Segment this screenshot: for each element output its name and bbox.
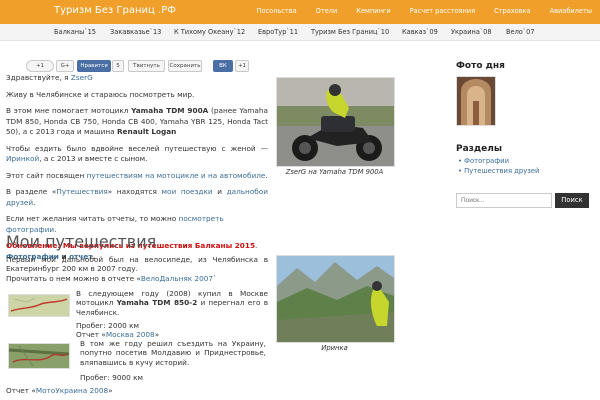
map-thumbnail [9,295,69,316]
irinka-photo-caption: Иринка [321,344,348,352]
category-item[interactable]: Туризм Без Границ`10 [311,28,389,36]
photo-of-day-title: Фото дня [456,61,505,71]
category-item[interactable]: Балканы`15 [54,28,96,36]
wife-link[interactable]: Иринкой [6,154,39,163]
like-count: 5 [112,60,124,72]
search-input[interactable] [456,193,552,208]
irinka-photo-image [277,256,394,342]
nav-distance[interactable]: Расчет расстояния [410,7,475,15]
sidebar-item-friends-trips[interactable]: • Путешествия друзей [458,166,539,176]
like-button[interactable]: Нравится [77,60,111,72]
category-item[interactable]: Закавказье`13 [110,28,161,36]
nav-hotels[interactable]: Отели [316,7,338,15]
paragraph: В этом мне помогает мотоцикл Yamaha TDM … [6,106,268,136]
trip-ukraine-distance: Пробег: 9000 км [80,372,143,382]
my-trips-link[interactable]: мои поездки [162,187,213,196]
journeys-link[interactable]: Путешествия [56,187,107,196]
social-buttons: +1 G+ Нравится 5 Твитнуть Сохранить ВК +… [0,60,260,72]
paragraph: В разделе «Путешествия» находятся мои по… [6,187,268,207]
search-button[interactable]: Поиск [555,193,589,208]
category-nav: Балканы`15 Закавказье`13 К Тихому Океану… [0,24,600,41]
trip-ukraine-text: В том же году решил съездить на Украину,… [80,339,266,367]
category-item[interactable]: Украина`08 [451,28,492,36]
moscow-2008-link[interactable]: Москва 2008 [106,330,155,339]
save-button[interactable]: Сохранить [168,60,202,72]
rider-photo-image [277,78,394,166]
paragraph: Живу в Челябинске и стараюсь посмотреть … [6,89,195,99]
trips-list: Первый мой дальнобой был на велосипеде, … [6,255,268,283]
rider-photo[interactable] [276,77,395,167]
map-thumbnail [8,344,70,368]
trip-ukraine: В том же году решил съездить на Украину,… [80,339,266,382]
photo-of-day-image [457,77,495,125]
trip-intro-report: Прочитать о нем можно в отчете «ВелоДаль… [6,273,217,283]
site-brand[interactable]: Туризм Без Границ .РФ [54,5,176,16]
section-title: Мои путешествия [6,232,157,251]
nav-insurance[interactable]: Страховка [494,7,531,15]
greeting: Здравствуйте, я ZserG [6,73,93,82]
nav-embassies[interactable]: Посольства [257,7,297,15]
paragraph: Чтобы ездить было вдвойне веселей путеше… [6,143,268,164]
photo-of-day[interactable] [456,76,496,126]
trip-moscow: В следующем году (2008) купил в Москве м… [76,289,268,339]
irinka-photo[interactable] [276,255,395,343]
category-item[interactable]: К Тихому Океану`12 [174,28,245,36]
rider-photo-caption: ZserG на Yamaha TDM 900A [285,168,384,176]
trip-moscow-distance: Пробег: 2000 км [76,320,139,330]
author-link[interactable]: ZserG [71,73,93,82]
top-bar: Туризм Без Границ .РФ Посольства Отели К… [0,0,600,24]
category-item[interactable]: Вело`07 [506,28,535,36]
vk-button[interactable]: ВК [213,60,233,72]
trip-map-ukraine[interactable] [8,343,70,369]
paragraph: Этот сайт посвящен путешествиям на мотоц… [6,170,268,180]
trip-moscow-text: В следующем году (2008) купил в Москве м… [76,289,268,317]
nav-campings[interactable]: Кемпинги [356,7,390,15]
velo-2007-link[interactable]: ВелоДальняк 2007 [141,274,213,283]
plus-one-button[interactable]: +1 [235,60,249,72]
top-nav: Посольства Отели Кемпинги Расчет расстоя… [238,7,592,15]
gplus-button[interactable]: G+ [56,60,74,72]
trip-map-moscow[interactable] [8,294,70,317]
category-item[interactable]: ЕвроТур`11 [258,28,298,36]
sections-title: Разделы [456,144,503,154]
trip-ukraine-report: Отчет «МотоУкраина 2008» [6,386,113,395]
sidebar-item-photos[interactable]: • Фотографии [458,156,539,166]
category-item[interactable]: Кавказ`09 [402,28,438,36]
sections-list: • Фотографии • Путешествия друзей [458,156,539,176]
tweet-button[interactable]: Твитнуть [128,60,165,72]
trip-intro: Первый мой дальнобой был на велосипеде, … [6,255,268,274]
travel-link[interactable]: путешествиям на мотоцикле и на автомобил… [87,171,266,180]
share-button[interactable]: +1 [26,60,54,72]
nav-flights[interactable]: Авиабилеты [550,7,592,15]
motoukraine-2008-link[interactable]: МотоУкраина 2008 [36,386,108,395]
